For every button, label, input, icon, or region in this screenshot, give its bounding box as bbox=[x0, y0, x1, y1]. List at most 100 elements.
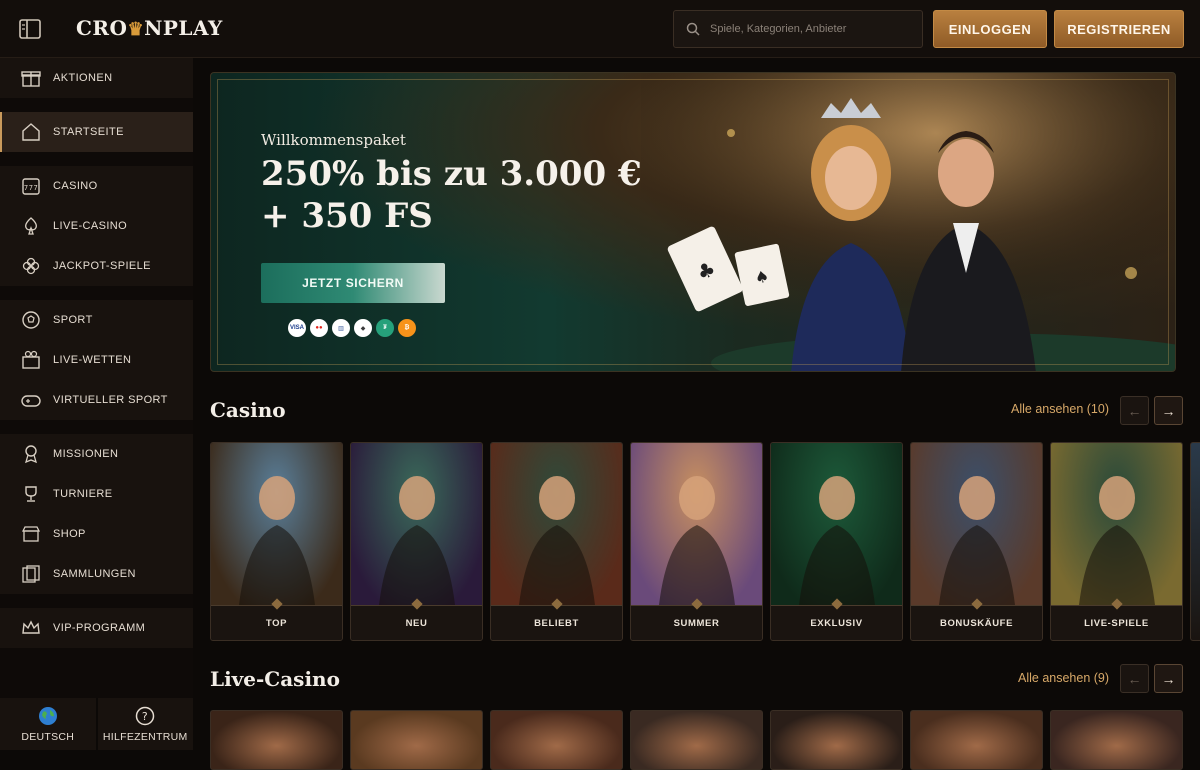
casino-see-all-link[interactable]: Alle ansehen (10) bbox=[1011, 402, 1109, 416]
help-center-link[interactable]: ? HILFEZENTRUM bbox=[95, 698, 193, 750]
live-casino-card[interactable] bbox=[210, 710, 343, 770]
sidebar-item-label: LIVE-WETTEN bbox=[53, 354, 132, 366]
sidebar-group: MISSIONEN TURNIERE SHOP SAMMLUNGEN bbox=[0, 434, 193, 594]
sidebar-toggle-icon[interactable] bbox=[18, 18, 42, 40]
visa-icon: VISA bbox=[288, 319, 306, 337]
casino-category-card[interactable]: SUMMER bbox=[630, 442, 763, 641]
live-casino-next-arrow-icon[interactable]: → bbox=[1154, 664, 1183, 693]
casino-category-card[interactable]: NEU bbox=[350, 442, 483, 641]
sidebar-item-label: STARTSEITE bbox=[53, 126, 124, 138]
card-label: LIVE-SPIELE bbox=[1051, 605, 1182, 640]
svg-text:?: ? bbox=[142, 710, 148, 723]
card-artwork bbox=[211, 443, 342, 605]
live-casino-card[interactable] bbox=[490, 710, 623, 770]
live-casino-section-title: Live-Casino bbox=[210, 667, 340, 691]
card-label: TOP bbox=[211, 605, 342, 640]
sidebar-footer: DEUTSCH ? HILFEZENTRUM bbox=[0, 698, 193, 750]
casino-category-card[interactable]: TOP bbox=[210, 442, 343, 641]
sidebar-divider bbox=[0, 152, 193, 166]
search-icon bbox=[686, 22, 700, 36]
live-casino-card[interactable] bbox=[350, 710, 483, 770]
live-casino-prev-arrow-icon[interactable]: ← bbox=[1120, 664, 1149, 693]
casino-prev-arrow-icon[interactable]: ← bbox=[1120, 396, 1149, 425]
mastercard-icon: ●● bbox=[310, 319, 328, 337]
sidebar-item-sammlungen[interactable]: SAMMLUNGEN bbox=[0, 554, 193, 594]
sidebar-item-startseite[interactable]: STARTSEITE bbox=[0, 112, 193, 152]
sidebar-divider bbox=[0, 594, 193, 608]
sidebar-item-jackpot-spiele[interactable]: JACKPOT-SPIELE bbox=[0, 246, 193, 286]
character-illustration bbox=[519, 476, 595, 605]
live-casino-card[interactable] bbox=[630, 710, 763, 770]
help-label: HILFEZENTRUM bbox=[102, 730, 188, 743]
sidebar-item-live-wetten[interactable]: LIVE-WETTEN bbox=[0, 340, 193, 380]
welcome-banner[interactable]: ♣ ♠ Willkommenspaket 250% bis zu 3.000 €… bbox=[210, 72, 1176, 372]
live-casino-see-all-link[interactable]: Alle ansehen (9) bbox=[1018, 671, 1109, 685]
sidebar-item-label: VIP-PROGRAMM bbox=[53, 622, 146, 634]
bank-icon: ▥ bbox=[332, 319, 350, 337]
sidebar-item-live-casino[interactable]: LIVE-CASINO bbox=[0, 206, 193, 246]
trophy-icon bbox=[20, 483, 42, 505]
sidebar-item-missionen[interactable]: MISSIONEN bbox=[0, 434, 193, 474]
sidebar-item-label: SHOP bbox=[53, 528, 86, 540]
sidebar-item-virtueller-sport[interactable]: VIRTUELLER SPORT bbox=[0, 380, 193, 420]
globe-icon bbox=[38, 706, 57, 725]
banner-title: 250% bis zu 3.000 € + 350 FS bbox=[261, 154, 642, 236]
casino-section-title: Casino bbox=[210, 398, 286, 422]
sidebar-item-vip-programm[interactable]: VIP-PROGRAMM bbox=[0, 608, 193, 648]
sidebar-item-label: TURNIERE bbox=[53, 488, 113, 500]
sidebar-divider bbox=[0, 98, 193, 112]
search-input[interactable] bbox=[710, 23, 910, 35]
shop-icon bbox=[20, 523, 42, 545]
sidebar-item-label: JACKPOT-SPIELE bbox=[53, 260, 151, 272]
register-button[interactable]: REGISTRIEREN bbox=[1054, 10, 1184, 48]
sidebar-divider bbox=[0, 286, 193, 300]
payment-methods: VISA ●● ▥ ◆ ₮ ₿ bbox=[288, 319, 416, 337]
sidebar-group: STARTSEITE bbox=[0, 112, 193, 152]
sidebar-divider bbox=[0, 420, 193, 434]
card-label: NEU bbox=[351, 605, 482, 640]
claim-bonus-button[interactable]: JETZT SICHERN bbox=[261, 263, 445, 303]
live-casino-cards bbox=[210, 710, 1183, 770]
character-illustration bbox=[239, 476, 315, 605]
card-artwork bbox=[771, 443, 902, 605]
casino-next-arrow-icon[interactable]: → bbox=[1154, 396, 1183, 425]
sidebar-item-label: VIRTUELLER SPORT bbox=[53, 394, 168, 406]
search-box[interactable] bbox=[673, 10, 923, 48]
sidebar-item-shop[interactable]: SHOP bbox=[0, 514, 193, 554]
home-icon bbox=[20, 121, 42, 143]
brand-logo[interactable]: CRO♛NPLAY bbox=[76, 16, 223, 40]
live-bet-icon bbox=[20, 349, 42, 371]
live-casino-card[interactable] bbox=[910, 710, 1043, 770]
sidebar-item-turniere[interactable]: TURNIERE bbox=[0, 474, 193, 514]
sidebar-item-sport[interactable]: SPORT bbox=[0, 300, 193, 340]
character-illustration bbox=[659, 476, 735, 605]
banner-subtitle: Willkommenspaket bbox=[261, 131, 406, 149]
casino-category-card[interactable]: BONUSKÄUFE bbox=[910, 442, 1043, 641]
character-illustration bbox=[379, 476, 455, 605]
sidebar-item-label: AKTIONEN bbox=[53, 72, 113, 84]
login-button[interactable]: EINLOGGEN bbox=[933, 10, 1047, 48]
casino-category-card-partial[interactable] bbox=[1190, 442, 1200, 641]
casino-category-card[interactable]: BELIEBT bbox=[490, 442, 623, 641]
language-selector[interactable]: DEUTSCH bbox=[0, 698, 96, 750]
sidebar-item-casino[interactable]: 777 CASINO bbox=[0, 166, 193, 206]
live-casino-card[interactable] bbox=[1050, 710, 1183, 770]
collection-icon bbox=[20, 563, 42, 585]
card-artwork bbox=[911, 443, 1042, 605]
casino-category-card[interactable]: LIVE-SPIELE bbox=[1050, 442, 1183, 641]
sidebar-item-label: MISSIONEN bbox=[53, 448, 119, 460]
live-casino-card[interactable] bbox=[770, 710, 903, 770]
character-illustration bbox=[799, 476, 875, 605]
sidebar: AKTIONEN STARTSEITE 777 CASINO LIVE-CASINO JA… bbox=[0, 58, 193, 750]
card-artwork bbox=[351, 443, 482, 605]
casino-category-card[interactable]: EXKLUSIV bbox=[770, 442, 903, 641]
slot-machine-icon: 777 bbox=[20, 175, 42, 197]
sidebar-item-aktionen[interactable]: AKTIONEN bbox=[0, 58, 193, 98]
gift-icon bbox=[20, 67, 42, 89]
svg-text:777: 777 bbox=[24, 184, 39, 192]
crown-icon: ♛ bbox=[127, 19, 145, 40]
main-content: ♣ ♠ Willkommenspaket 250% bis zu 3.000 €… bbox=[193, 58, 1200, 770]
tether-icon: ₮ bbox=[376, 319, 394, 337]
soccer-ball-icon bbox=[20, 309, 42, 331]
sidebar-item-label: SPORT bbox=[53, 314, 93, 326]
